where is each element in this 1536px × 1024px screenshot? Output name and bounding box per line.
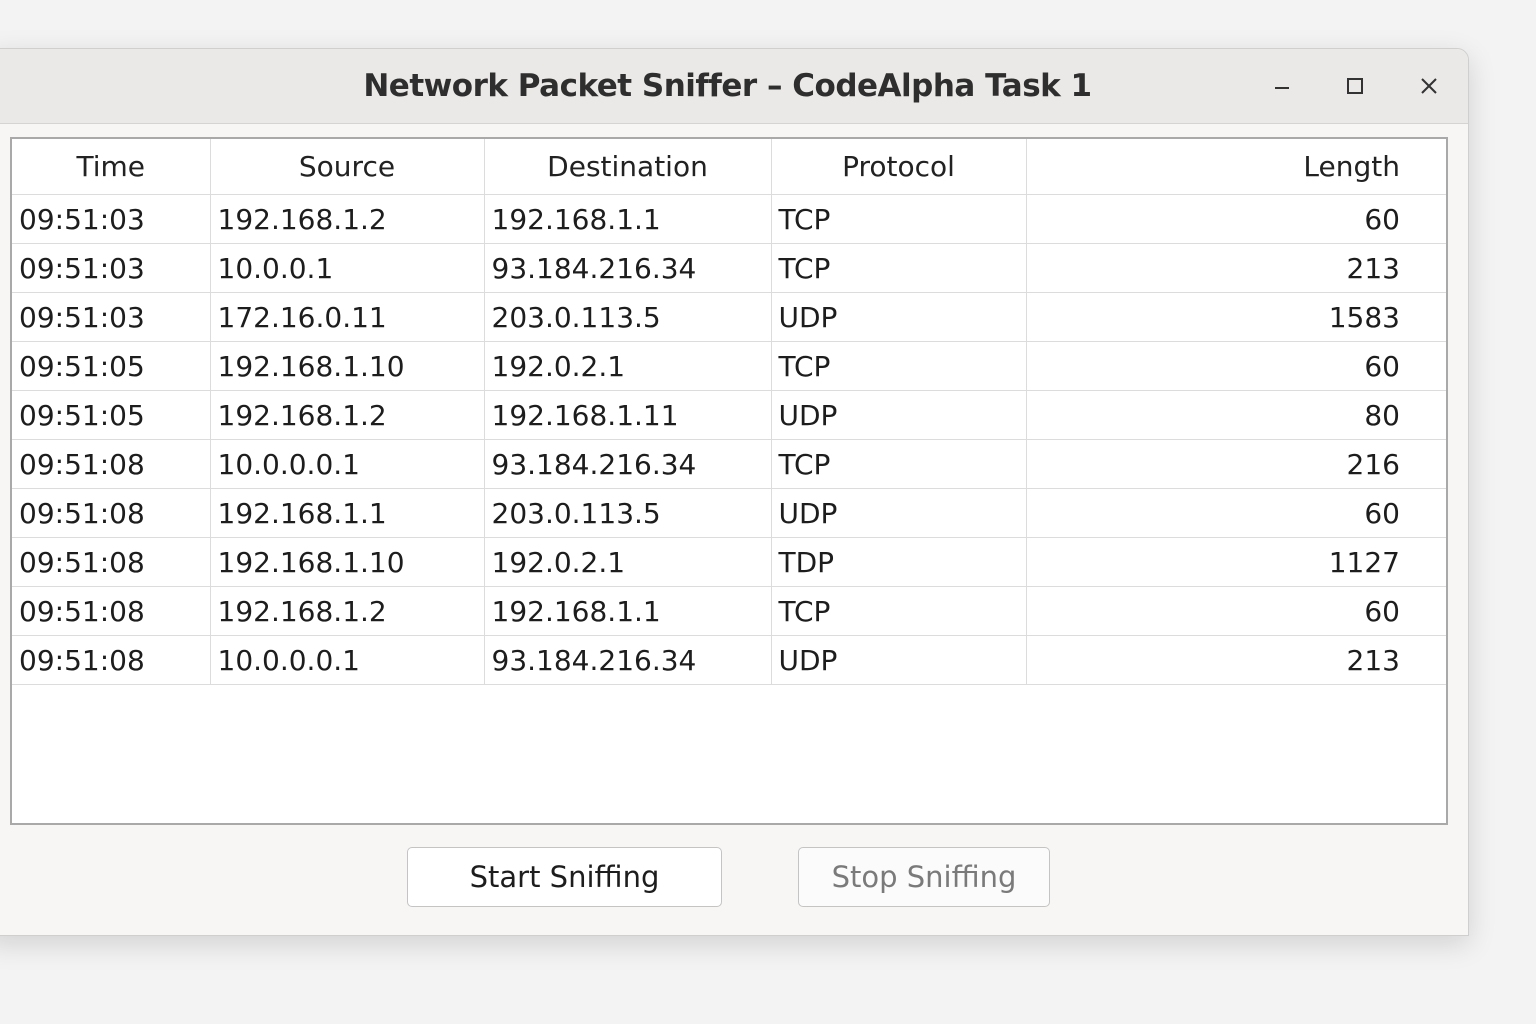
cell-destination: 192.0.2.1 — [484, 537, 772, 587]
cell-length: 80 — [1026, 390, 1446, 440]
cell-destination: 192.168.1.1 — [484, 194, 772, 244]
app-window: Network Packet Sniffer – CodeAlpha Task … — [0, 48, 1469, 936]
cell-time: 09:51:08 — [12, 537, 211, 587]
cell-protocol: TDP — [771, 537, 1027, 587]
start-sniffing-button[interactable]: Start Sniffing — [407, 847, 722, 907]
stop-sniffing-button[interactable]: Stop Sniffing — [798, 847, 1050, 907]
cell-source: 172.16.0.11 — [210, 292, 485, 342]
cell-source: 192.168.1.2 — [210, 586, 485, 636]
cell-time: 09:51:08 — [12, 439, 211, 489]
cell-protocol: TCP — [771, 243, 1027, 293]
cell-time: 09:51:05 — [12, 341, 211, 391]
table-row[interactable]: 09:51:08 10.0.0.0.1 93.184.216.34 TCP 216 — [12, 439, 1446, 489]
close-icon — [1421, 78, 1437, 94]
cell-source: 192.168.1.2 — [210, 390, 485, 440]
packet-table: Time Source Destination Protocol Length … — [12, 139, 1446, 685]
window-title: Network Packet Sniffer – CodeAlpha Task … — [363, 68, 1092, 104]
cell-length: 60 — [1026, 194, 1446, 244]
cell-protocol: UDP — [771, 488, 1027, 538]
cell-length: 213 — [1026, 635, 1446, 685]
cell-time: 09:51:03 — [12, 194, 211, 244]
cell-length: 216 — [1026, 439, 1446, 489]
cell-length: 60 — [1026, 488, 1446, 538]
cell-time: 09:51:08 — [12, 488, 211, 538]
cell-protocol: TCP — [771, 341, 1027, 391]
cell-time: 09:51:05 — [12, 390, 211, 440]
cell-destination: 203.0.113.5 — [484, 292, 772, 342]
cell-destination: 93.184.216.34 — [484, 635, 772, 685]
table-row[interactable]: 09:51:08 192.168.1.10 192.0.2.1 TDP 1127 — [12, 537, 1446, 587]
cell-destination: 93.184.216.34 — [484, 439, 772, 489]
maximize-button[interactable] — [1337, 68, 1373, 104]
cell-length: 1583 — [1026, 292, 1446, 342]
cell-source: 192.168.1.2 — [210, 194, 485, 244]
cell-source: 192.168.1.10 — [210, 341, 485, 391]
cell-protocol: TCP — [771, 194, 1027, 244]
table-header-row: Time Source Destination Protocol Length — [12, 139, 1446, 195]
cell-protocol: UDP — [771, 635, 1027, 685]
cell-destination: 93.184.216.34 — [484, 243, 772, 293]
column-header-source[interactable]: Source — [210, 139, 485, 195]
table-row[interactable]: 09:51:08 192.168.1.1 203.0.113.5 UDP 60 — [12, 488, 1446, 538]
cell-time: 09:51:08 — [12, 586, 211, 636]
cell-source: 10.0.0.0.1 — [210, 635, 485, 685]
cell-destination: 203.0.113.5 — [484, 488, 772, 538]
cell-length: 60 — [1026, 341, 1446, 391]
cell-protocol: UDP — [771, 292, 1027, 342]
maximize-icon — [1347, 78, 1363, 94]
cell-protocol: TCP — [771, 439, 1027, 489]
column-header-protocol[interactable]: Protocol — [771, 139, 1027, 195]
table-row[interactable]: 09:51:05 192.168.1.10 192.0.2.1 TCP 60 — [12, 341, 1446, 391]
cell-time: 09:51:08 — [12, 635, 211, 685]
cell-source: 192.168.1.1 — [210, 488, 485, 538]
table-row[interactable]: 09:51:03 10.0.0.1 93.184.216.34 TCP 213 — [12, 243, 1446, 293]
cell-protocol: TCP — [771, 586, 1027, 636]
cell-destination: 192.0.2.1 — [484, 341, 772, 391]
packet-table-body: 09:51:03 192.168.1.2 192.168.1.1 TCP 60 09:51… — [12, 194, 1446, 685]
cell-destination: 192.168.1.1 — [484, 586, 772, 636]
cell-time: 09:51:03 — [12, 243, 211, 293]
cell-time: 09:51:03 — [12, 292, 211, 342]
cell-length: 1127 — [1026, 537, 1446, 587]
column-header-destination[interactable]: Destination — [484, 139, 772, 195]
title-bar[interactable]: Network Packet Sniffer – CodeAlpha Task … — [0, 49, 1468, 124]
cell-destination: 192.168.1.11 — [484, 390, 772, 440]
column-header-length[interactable]: Length — [1026, 139, 1446, 195]
cell-source: 10.0.0.1 — [210, 243, 485, 293]
table-row[interactable]: 09:51:05 192.168.1.2 192.168.1.11 UDP 80 — [12, 390, 1446, 440]
table-row[interactable]: 09:51:08 192.168.1.2 192.168.1.1 TCP 60 — [12, 586, 1446, 636]
table-row[interactable]: 09:51:08 10.0.0.0.1 93.184.216.34 UDP 213 — [12, 635, 1446, 685]
cell-source: 192.168.1.10 — [210, 537, 485, 587]
minimize-button[interactable] — [1264, 68, 1300, 104]
cell-source: 10.0.0.0.1 — [210, 439, 485, 489]
cell-length: 60 — [1026, 586, 1446, 636]
column-header-time[interactable]: Time — [12, 139, 211, 195]
packet-table-container[interactable]: Time Source Destination Protocol Length … — [10, 137, 1448, 825]
table-row[interactable]: 09:51:03 172.16.0.11 203.0.113.5 UDP 1583 — [12, 292, 1446, 342]
close-button[interactable] — [1411, 68, 1447, 104]
cell-length: 213 — [1026, 243, 1446, 293]
table-row[interactable]: 09:51:03 192.168.1.2 192.168.1.1 TCP 60 — [12, 194, 1446, 244]
minimize-icon — [1275, 87, 1289, 89]
cell-protocol: UDP — [771, 390, 1027, 440]
